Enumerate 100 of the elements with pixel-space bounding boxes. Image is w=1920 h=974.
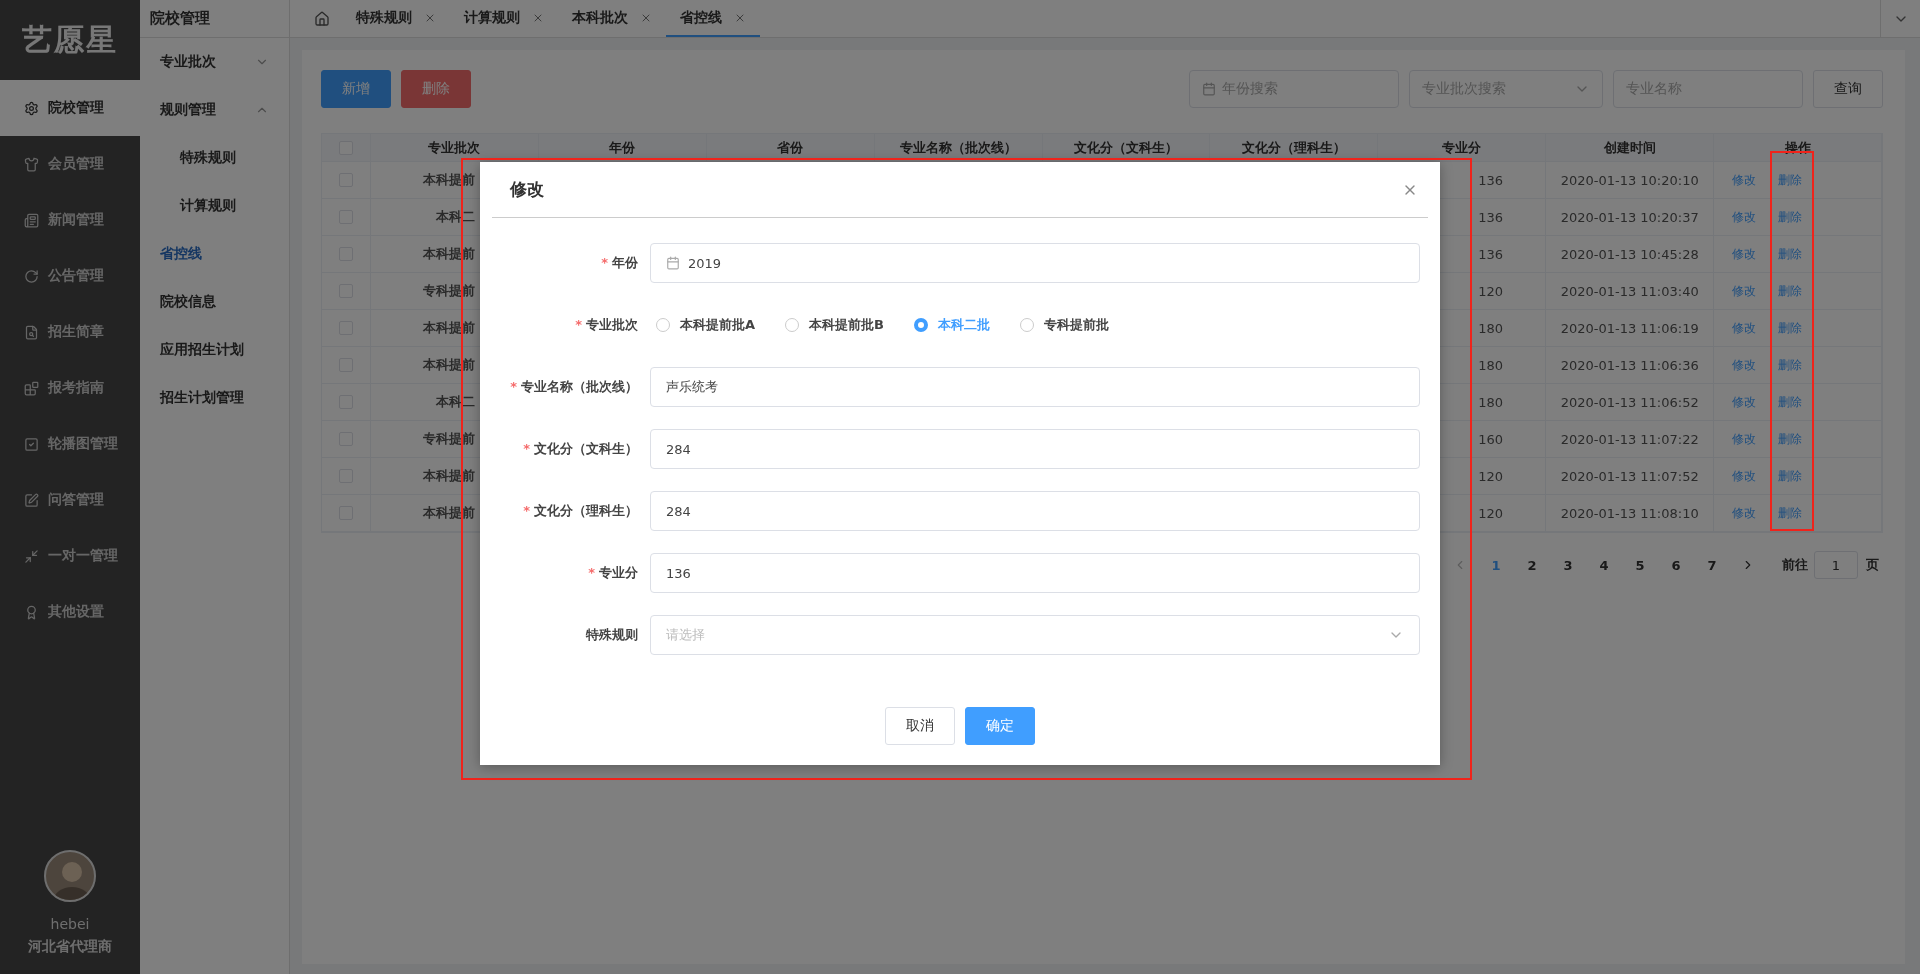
nav-item[interactable]: 其他设置 [0,584,140,640]
column-header: 省份 [777,138,804,157]
table-cell: 本科提前 [422,356,475,374]
delete-link[interactable]: 删除 [1778,430,1803,448]
page-number[interactable]: 7 [1694,557,1730,573]
table-cell: 136 [1478,172,1504,188]
input-field[interactable]: 284 [650,429,1420,469]
page-number[interactable]: 6 [1658,557,1694,573]
tab[interactable]: 本科批次 [558,0,666,37]
page-number[interactable]: 1 [1478,557,1514,573]
page-number[interactable]: 5 [1622,557,1658,573]
table-cell: 2020-01-13 10:20:10 [1560,172,1699,188]
nav-item[interactable]: 新闻管理 [0,192,140,248]
nav-item[interactable]: 一对一管理 [0,528,140,584]
edit-link[interactable]: 修改 [1732,208,1757,226]
field-label: 文化分（理科生） [534,503,638,518]
table-cell: 本科提前 [422,504,475,522]
table-cell: 2020-01-13 11:06:19 [1560,320,1699,336]
delete-link[interactable]: 删除 [1778,171,1803,189]
delete-link[interactable]: 删除 [1778,282,1803,300]
edit-link[interactable]: 修改 [1732,356,1757,374]
input-field[interactable]: 284 [650,491,1420,531]
shirt-icon [24,156,39,172]
table-cell: 本科提前 [422,319,475,337]
table-cell: 专科提前 [422,430,475,448]
radio-option[interactable]: 专科提前批 [1020,316,1109,334]
nav-item[interactable]: 招生简章 [0,304,140,360]
input-field[interactable]: 136 [650,553,1420,593]
page-number[interactable]: 3 [1550,557,1586,573]
date-field[interactable]: 2019 [650,243,1420,283]
edit-link[interactable]: 修改 [1732,467,1757,485]
input-field[interactable]: 声乐统考 [650,367,1420,407]
refresh-icon [24,268,39,284]
page-number[interactable]: 2 [1514,557,1550,573]
edit-link[interactable]: 修改 [1732,430,1757,448]
submenu-item[interactable]: 特殊规则 [140,134,289,182]
required-mark: * [510,379,517,394]
submenu-item[interactable]: 招生计划管理 [140,374,289,422]
calendar-icon [1202,82,1216,96]
toolbar-button[interactable]: 删除 [401,70,471,108]
table-cell: 180 [1478,357,1504,373]
table-cell: 2020-01-13 10:20:37 [1560,209,1699,225]
delete-link[interactable]: 删除 [1778,356,1803,374]
user-name: hebei [50,916,90,932]
table-cell: 136 [1478,246,1504,262]
nav-item[interactable]: 轮播图管理 [0,416,140,472]
radio-option[interactable]: 本科提前批B [785,316,884,334]
checkbox-icon [24,436,39,452]
delete-link[interactable]: 删除 [1778,245,1803,263]
tab[interactable]: 计算规则 [450,0,558,37]
dialog-button[interactable]: 确定 [965,707,1035,745]
submenu-item[interactable]: 省控线 [140,230,289,278]
tab[interactable]: 特殊规则 [342,0,450,37]
blocks-icon [24,380,39,396]
submenu-item[interactable]: 应用招生计划 [140,326,289,374]
table-cell: 本科提前 [422,245,475,263]
dialog-title: 修改 [510,178,544,201]
dialog-button[interactable]: 取消 [885,707,955,745]
radio-option[interactable]: 本科提前批A [656,316,756,334]
delete-link[interactable]: 删除 [1778,319,1803,337]
column-header: 专业批次 [428,138,481,157]
shrink-arrows-icon [24,548,39,564]
nav-item[interactable]: 报考指南 [0,360,140,416]
required-mark: * [588,565,595,580]
submenu-item[interactable]: 规则管理 [140,86,289,134]
query-button[interactable]: 查询 [1813,70,1883,108]
edit-link[interactable]: 修改 [1732,282,1757,300]
edit-link[interactable]: 修改 [1732,245,1757,263]
delete-link[interactable]: 删除 [1778,208,1803,226]
delete-link[interactable]: 删除 [1778,393,1803,411]
field-label: 特殊规则 [586,627,638,642]
toolbar-button[interactable]: 新增 [321,70,391,108]
required-mark: * [523,503,530,518]
table-cell: 120 [1478,505,1504,521]
avatar [44,850,96,902]
table-cell: 2020-01-13 11:07:22 [1560,431,1699,447]
radio-option[interactable]: 本科二批 [914,316,990,334]
delete-link[interactable]: 删除 [1778,504,1803,522]
page-number[interactable]: 4 [1586,557,1622,573]
submenu-item[interactable]: 院校信息 [140,278,289,326]
tab[interactable]: 省控线 [666,0,760,37]
nav-item[interactable]: 会员管理 [0,136,140,192]
nav-item[interactable]: 问答管理 [0,472,140,528]
submenu-item[interactable]: 计算规则 [140,182,289,230]
required-mark: * [601,255,608,270]
logo: 艺愿星 [21,20,119,59]
submenu-item[interactable]: 专业批次 [140,38,289,86]
nav-item[interactable]: 院校管理 [0,80,140,136]
settings-icon [24,100,39,116]
nav-item[interactable]: 公告管理 [0,248,140,304]
edit-link[interactable]: 修改 [1732,319,1757,337]
edit-link[interactable]: 修改 [1732,504,1757,522]
calendar-icon [666,256,680,270]
select-field[interactable]: 请选择 [650,615,1420,655]
edit-link[interactable]: 修改 [1732,171,1757,189]
edit-link[interactable]: 修改 [1732,393,1757,411]
page-suffix: 页 [1866,556,1879,574]
required-mark: * [575,317,582,332]
page-input[interactable]: 1 [1814,551,1858,579]
delete-link[interactable]: 删除 [1778,467,1803,485]
